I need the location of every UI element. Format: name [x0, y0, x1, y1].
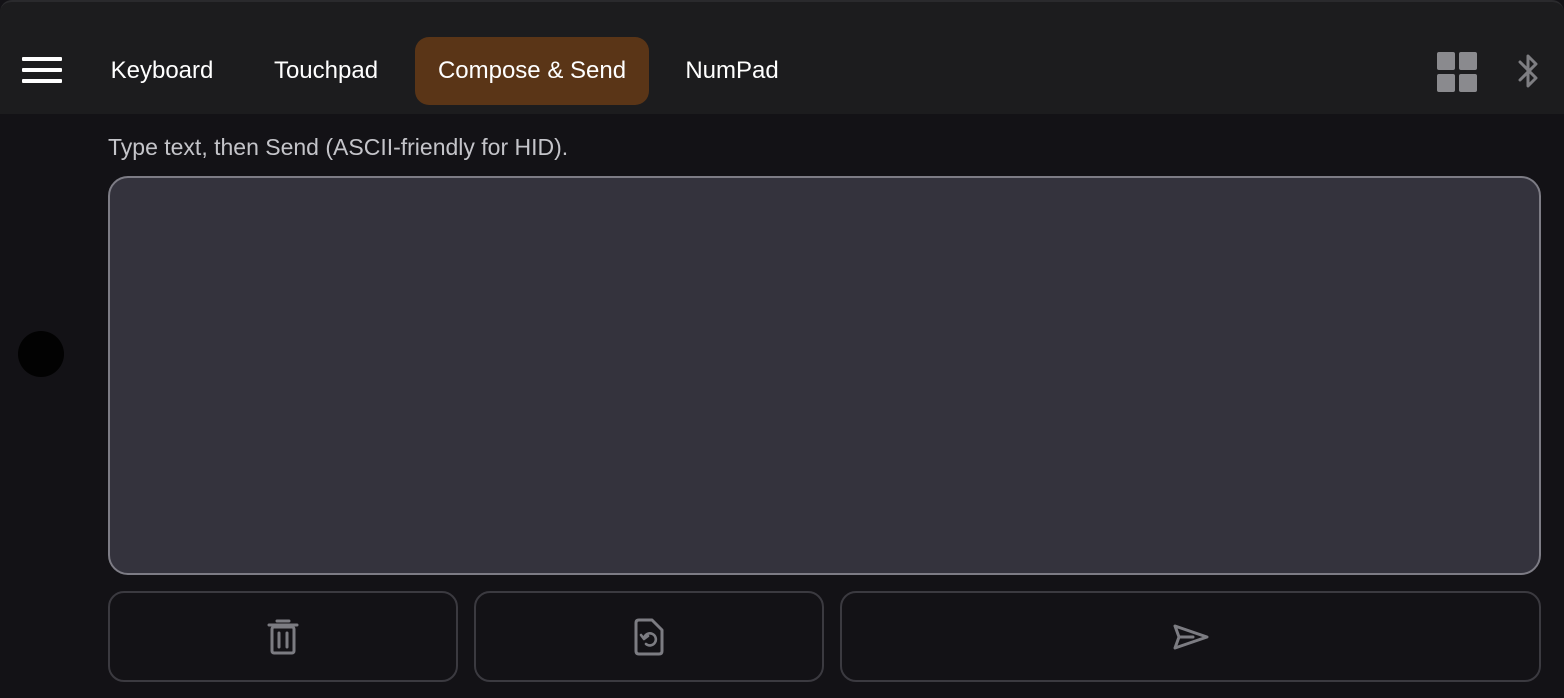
- document-restore-icon: [634, 618, 664, 655]
- grid-cell: [1459, 52, 1477, 70]
- tab-touchpad[interactable]: Touchpad: [250, 37, 402, 105]
- compose-hint: Type text, then Send (ASCII-friendly for…: [108, 134, 569, 160]
- bluetooth-icon[interactable]: [1514, 52, 1542, 90]
- compose-text-input[interactable]: [108, 176, 1541, 575]
- clear-button[interactable]: [108, 591, 458, 682]
- side-handle[interactable]: [18, 331, 64, 377]
- menu-button[interactable]: [14, 46, 70, 94]
- hamburger-icon-line: [22, 79, 62, 83]
- grid-cell: [1437, 52, 1455, 70]
- restore-button[interactable]: [474, 591, 824, 682]
- tab-keyboard[interactable]: Keyboard: [88, 37, 236, 105]
- grid-cell: [1459, 74, 1477, 92]
- tab-compose-send[interactable]: Compose & Send: [415, 37, 649, 105]
- send-button[interactable]: [840, 591, 1541, 682]
- top-bar: Keyboard Touchpad Compose & Send NumPad: [0, 0, 1564, 114]
- hamburger-icon-line: [22, 57, 62, 61]
- tab-numpad[interactable]: NumPad: [662, 37, 802, 105]
- app-window: Keyboard Touchpad Compose & Send NumPad …: [0, 0, 1564, 698]
- grid-icon[interactable]: [1437, 52, 1477, 92]
- send-icon: [1173, 624, 1208, 649]
- grid-cell: [1437, 74, 1455, 92]
- trash-icon: [267, 619, 299, 654]
- hamburger-icon-line: [22, 68, 62, 72]
